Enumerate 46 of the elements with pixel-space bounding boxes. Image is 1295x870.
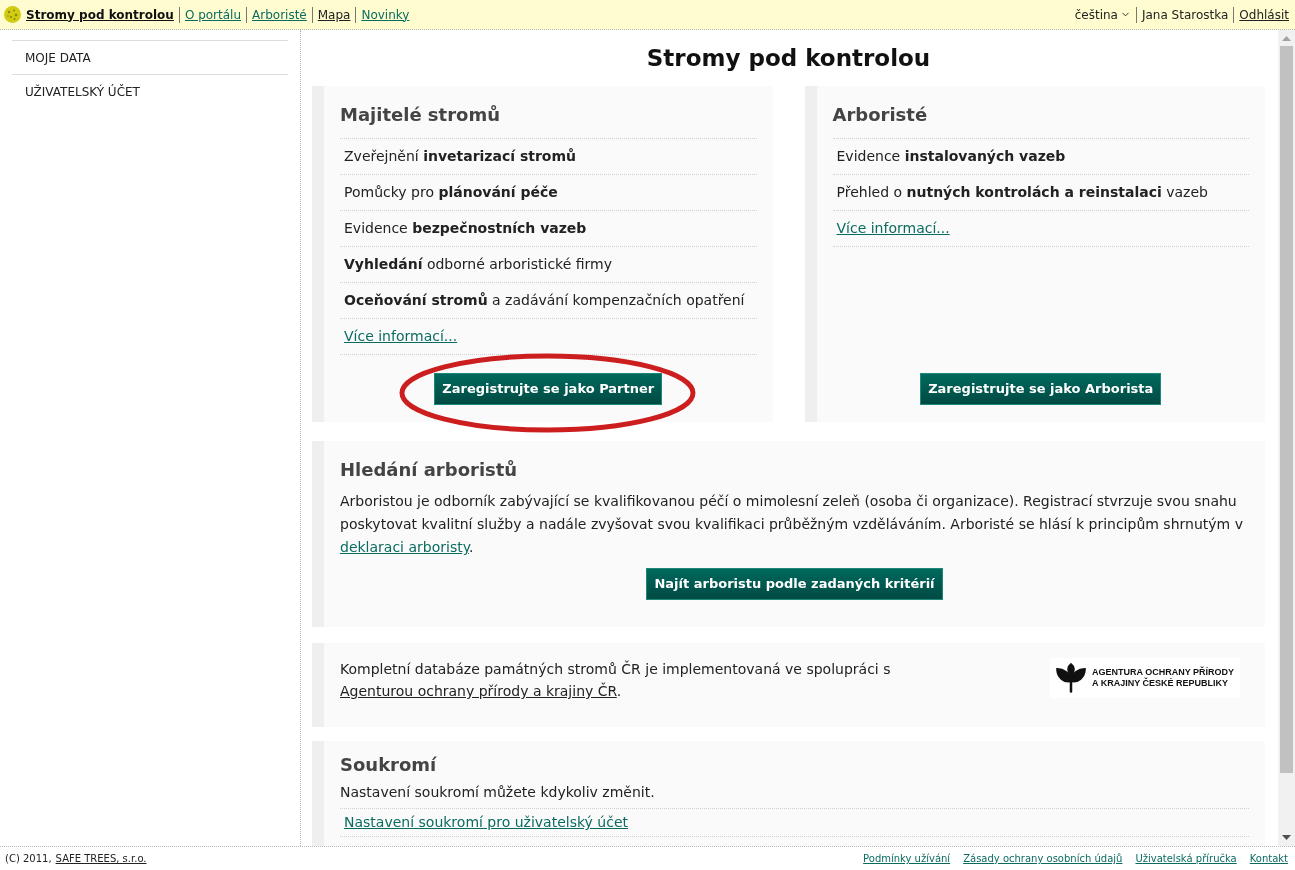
- page-title: Stromy pod kontrolou: [645, 44, 932, 72]
- scroll-down-arrow-icon[interactable]: [1282, 835, 1291, 840]
- company-link[interactable]: SAFE TREES, s.r.o.: [55, 851, 147, 866]
- nav-link[interactable]: O portálu: [184, 5, 242, 24]
- language-select[interactable]: čeština: [1074, 5, 1131, 24]
- nav-link[interactable]: Arboristé: [252, 5, 307, 24]
- agency-link[interactable]: Agenturou ochrany přírody a krajiny ČR: [340, 683, 617, 699]
- find-arborist-button[interactable]: Najít arboristu podle zadaných kritérií: [646, 568, 943, 600]
- feature-text: Vyhledání odborné arboristické firmy: [344, 255, 612, 274]
- sidebar-item[interactable]: UŽIVATELSKÝ ÚČET: [25, 82, 140, 101]
- scrollbar-thumb[interactable]: [1280, 46, 1293, 773]
- footer-link[interactable]: Zásady ochrany osobních údajů: [963, 851, 1123, 866]
- more-info-link[interactable]: Více informací...: [836, 218, 950, 239]
- description-paragraph: Arboristou je odborník zabývající se kvalifikovanou péčí o mimolesní zeleň (osoba či organizace). Registrací stvrzuje svou snahu poskytovat kvalitní služby a nadále zvyšovat svou kvalifikaci průběžným vzděláváním. Arboristé se hlásí k principům shrnutým v deklaraci arboristy.: [340, 492, 1244, 557]
- declaration-link[interactable]: deklaraci arboristy: [340, 539, 469, 555]
- feature-text: Pomůcky pro plánování péče: [344, 183, 558, 202]
- footer-link[interactable]: Uživatelská příručka: [1135, 851, 1237, 866]
- more-info-link[interactable]: Více informací...: [344, 326, 458, 347]
- logo-icon: [4, 6, 21, 23]
- copyright-text: (C) 2011,: [5, 852, 52, 866]
- nav-link[interactable]: Mapa: [317, 5, 351, 24]
- logo-text: AGENTURA OCHRANY PŘÍRODY A KRAJINY ČESKÉ REPUBLIKY: [1092, 667, 1234, 689]
- scrollbar-track[interactable]: [1278, 30, 1295, 846]
- scroll-up-arrow-icon[interactable]: [1282, 36, 1291, 41]
- register-button[interactable]: Zaregistrujte se jako Partner: [434, 373, 663, 405]
- panel-heading: Soukromí: [340, 754, 438, 776]
- site-title-link[interactable]: Stromy pod kontrolou: [26, 5, 174, 24]
- register-button[interactable]: Zaregistrujte se jako Arborista: [920, 373, 1162, 405]
- panel-heading: Hledání arboristů: [340, 459, 519, 481]
- feature-text: Evidence bezpečnostních vazeb: [344, 219, 587, 238]
- feature-text: Přehled o nutných kontrolách a reinstalaci vazeb: [836, 183, 1208, 202]
- feature-text: Oceňování stromů a zadávání kompenzačních opatření: [344, 291, 745, 310]
- panel-heading: Majitelé stromů: [340, 104, 501, 126]
- agency-paragraph: Kompletní databáze památných stromů ČR je implementovaná ve spolupráci s Agenturou ochrany přírody a krajiny ČR.: [340, 659, 892, 701]
- feature-text: Evidence instalovaných vazeb: [836, 147, 1066, 166]
- footer-link[interactable]: Podmínky užívání: [863, 851, 951, 866]
- user-name: Jana Starostka: [1141, 6, 1229, 24]
- privacy-text: Nastavení soukromí můžete kdykoliv změnit.: [340, 783, 656, 802]
- logout-link[interactable]: Odhlásit: [1239, 5, 1289, 24]
- feature-text: Zveřejnění invetarizací stromů: [344, 147, 577, 166]
- nav-link[interactable]: Novinky: [361, 5, 410, 24]
- privacy-settings-link[interactable]: Nastavení soukromí pro uživatelský účet: [344, 813, 628, 831]
- panel-heading: Arboristé: [832, 104, 929, 126]
- footer-link[interactable]: Kontakt: [1249, 851, 1288, 866]
- plant-logo-icon: [1055, 663, 1087, 693]
- sidebar-item[interactable]: MOJE DATA: [25, 48, 91, 67]
